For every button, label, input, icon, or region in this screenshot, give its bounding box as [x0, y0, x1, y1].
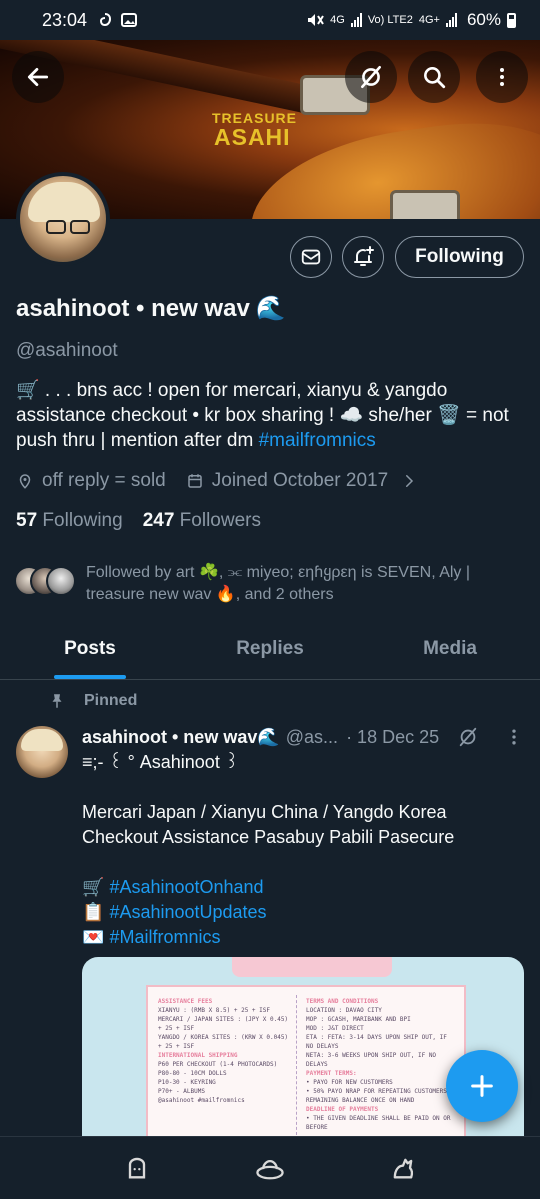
tweet-date[interactable]: · 18 Dec 25 — [346, 727, 439, 748]
network-4gplus-label: 4G+ — [418, 14, 440, 26]
pinned-indicator: Pinned — [48, 692, 137, 710]
calendar-icon — [188, 474, 202, 488]
cat-bowl-icon — [256, 1159, 284, 1180]
banner-text-asahi: ASAHI — [214, 124, 291, 150]
notifications-button[interactable] — [342, 236, 384, 278]
followed-by-section[interactable]: Followed by art ☘️, ⫘ miyeo; εηɦყρεη is … — [14, 562, 506, 606]
more-vertical-icon — [500, 68, 504, 86]
tweet-line — [82, 850, 522, 875]
profile-stats: 57 Following 247 Followers — [16, 510, 261, 532]
tweet-author-avatar[interactable] — [16, 726, 68, 778]
tab-posts[interactable]: Posts — [0, 622, 180, 679]
followers-stat[interactable]: 247 Followers — [143, 510, 261, 532]
bottom-navigation — [0, 1136, 540, 1199]
back-button[interactable] — [12, 51, 64, 103]
profile-avatar[interactable] — [16, 172, 110, 266]
mutual-avatar — [46, 566, 76, 596]
status-time: 23:04 — [42, 9, 88, 30]
pin-icon — [52, 694, 62, 708]
following-button[interactable]: Following — [395, 236, 524, 278]
tab-replies[interactable]: Replies — [180, 622, 360, 679]
message-button[interactable] — [290, 236, 332, 278]
followers-you-know-avatars — [14, 566, 76, 600]
envelope-icon — [301, 249, 321, 265]
tweet-line — [82, 775, 522, 800]
arrow-left-icon — [27, 68, 49, 86]
toast-home-icon — [128, 1157, 145, 1179]
hashtag-link[interactable]: #AsahinootUpdates — [109, 902, 266, 922]
following-stat[interactable]: 57 Following — [16, 510, 123, 532]
tweet-line: Mercari Japan / Xianyu China / Yangdo Ko… — [82, 802, 455, 847]
love-letter-emoji: 💌 — [82, 927, 105, 947]
status-bar: 23:04 4G Vo) LTE2 4G+ 60% — [0, 0, 540, 40]
clipboard-emoji: 📋 — [82, 902, 105, 922]
followed-by-text: Followed by art ☘️, ⫘ miyeo; εηɦყρεη is … — [86, 564, 471, 603]
cat-icon — [393, 1158, 414, 1179]
search-icon — [424, 67, 446, 89]
cart-emoji: 🛒 — [82, 877, 105, 897]
location-pin-icon — [19, 474, 31, 489]
tweet-author-emoji: 🌊 — [257, 726, 280, 747]
media-right-column: TERMS AND CONDITIONS LOCATION : DAVAO CI… — [306, 998, 451, 1131]
grok-button[interactable] — [345, 51, 397, 103]
threads-notification-icon — [100, 13, 112, 27]
network-lte2-label: Vo) LTE2 — [367, 14, 413, 26]
pinned-label: Pinned — [84, 692, 138, 709]
profile-tabs: Posts Replies Media — [0, 622, 540, 680]
compose-post-button[interactable] — [446, 1050, 518, 1122]
tweet-text: ≡;- ꒰ ° Asahinoot ꒱ Mercari Japan / Xian… — [82, 750, 522, 950]
network-4g-label: 4G — [330, 14, 345, 26]
gallery-notification-icon — [121, 13, 138, 27]
profile-display-name: asahinoot • new wav 🌊 — [16, 294, 286, 323]
plus-icon — [471, 1075, 493, 1097]
profile-handle: @asahinoot — [16, 340, 118, 361]
mute-icon — [308, 14, 324, 26]
profile-meta: off reply = sold Joined October 2017 — [16, 470, 418, 492]
battery-percent: 60% — [466, 10, 501, 29]
tweet-author-handle[interactable]: @as... — [286, 727, 338, 748]
more-options-button[interactable] — [476, 51, 528, 103]
grok-icon — [361, 65, 381, 89]
bio-hashtag-link[interactable]: #mailfromnics — [259, 430, 376, 451]
tweet-line: ≡;- ꒰ ° Asahinoot ꒱ — [82, 752, 239, 772]
profile-location: off reply = sold — [42, 470, 166, 491]
tweet-more-icon[interactable] — [504, 727, 524, 747]
profile-joined-date: Joined October 2017 — [211, 470, 389, 491]
hashtag-link[interactable]: #Mailfromnics — [109, 927, 220, 947]
wave-emoji: 🌊 — [255, 295, 286, 322]
tab-media[interactable]: Media — [360, 622, 540, 679]
nav-profile-button[interactable] — [386, 1151, 420, 1185]
grok-icon[interactable] — [457, 726, 479, 748]
signal-2-icon — [445, 13, 457, 27]
search-button[interactable] — [408, 51, 460, 103]
nav-search-button[interactable] — [253, 1151, 287, 1185]
signal-icon — [350, 13, 362, 27]
chevron-right-icon[interactable] — [400, 472, 418, 490]
hashtag-link[interactable]: #AsahinootOnhand — [109, 877, 263, 897]
tweet-header: asahinoot • new wav 🌊 @as... · 18 Dec 25 — [82, 726, 524, 748]
nav-home-button[interactable] — [120, 1151, 154, 1185]
media-left-column: ASSISTANCE FEES XIANYU : (RMB X 8.5) + 2… — [158, 998, 289, 1104]
profile-bio: 🛒 . . . bns acc ! open for mercari, xian… — [16, 380, 509, 451]
battery-icon — [507, 12, 516, 28]
bell-plus-icon — [354, 246, 374, 266]
tweet-author-name[interactable]: asahinoot • new wav — [82, 727, 257, 748]
